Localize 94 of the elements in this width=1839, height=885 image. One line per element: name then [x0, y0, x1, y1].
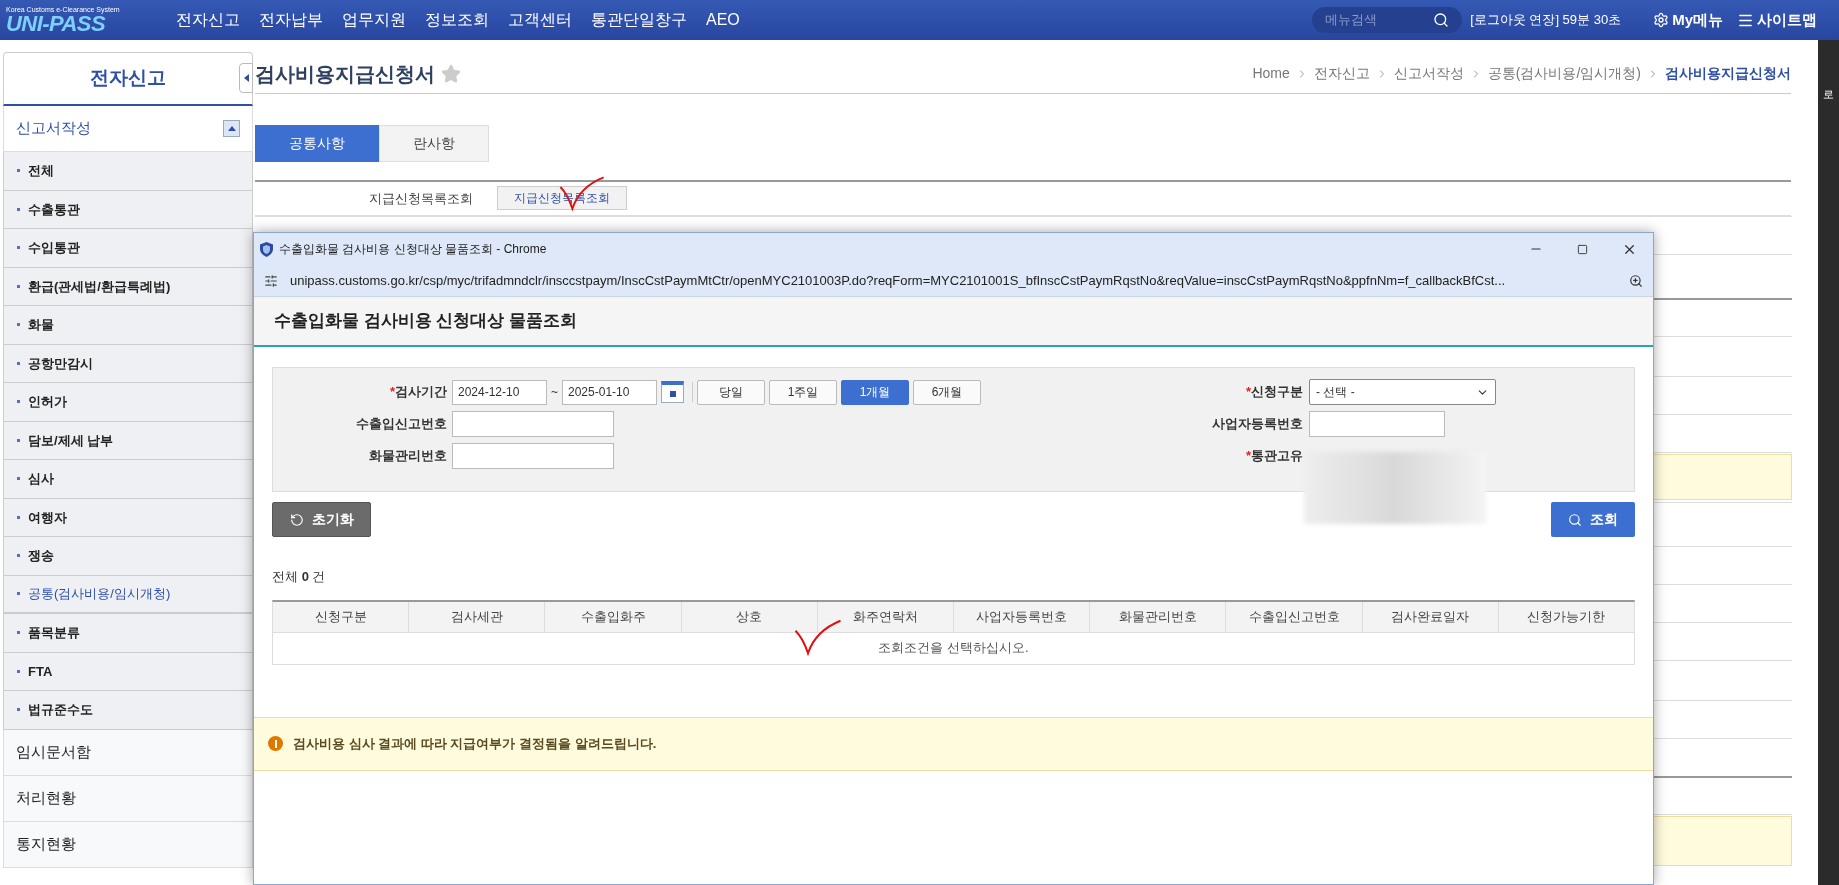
sidebar-item[interactable]: 법규준수도	[3, 691, 253, 730]
column-header: 상호	[680, 601, 817, 632]
column-header: 화물관리번호	[1089, 601, 1226, 632]
select-field[interactable]: - 선택 -	[1309, 379, 1496, 405]
text-field[interactable]	[452, 443, 614, 469]
column-header: 사업자등록번호	[953, 601, 1090, 632]
empty-message: 조회조건을 선택하십시오.	[878, 639, 1029, 658]
maximize-icon[interactable]	[1577, 243, 1588, 255]
tab[interactable]: 란사항	[379, 125, 489, 163]
sidebar-link[interactable]: 임시문서함	[3, 729, 253, 776]
search-field[interactable]: 메뉴검색	[1312, 7, 1463, 33]
field-label: 사업자등록번호	[1212, 415, 1303, 434]
period-button[interactable]: 1개월	[841, 379, 909, 405]
page-title: 검사비용지급신청서	[255, 61, 435, 87]
field-label: 신청구분	[1251, 383, 1303, 402]
sidebar-item[interactable]: 환급(관세법/환급특례법)	[3, 267, 253, 306]
required-mark: *	[389, 383, 395, 402]
range-separator: ~	[551, 384, 558, 401]
tab[interactable]: 공통사항	[255, 125, 379, 163]
date-field[interactable]: 2024-12-10	[452, 379, 547, 405]
zoom-icon[interactable]	[1629, 273, 1643, 288]
window-text: 로	[1823, 87, 1834, 102]
field-label: 통관고유	[1251, 447, 1303, 466]
breadcrumb-link[interactable]: Home	[1252, 63, 1290, 85]
session-timer[interactable]: [로그아웃 연장] 59분 30초	[1470, 10, 1622, 30]
nav-link[interactable]: 정보조회	[425, 8, 489, 32]
period-button[interactable]: 1주일	[769, 379, 837, 405]
sitemap-link[interactable]: 사이트맵	[1737, 8, 1817, 32]
sidebar-item[interactable]: 수출통관	[3, 190, 253, 229]
star-icon[interactable]	[441, 63, 461, 84]
reset-button[interactable]: 초기화	[272, 502, 371, 537]
required-mark: *	[1245, 383, 1251, 402]
breadcrumb-link[interactable]: 검사비용지급신청서	[1665, 63, 1791, 85]
sidebar-header: 전자신고	[3, 52, 253, 106]
address-bar[interactable]: unipass.customs.go.kr/csp/myc/trifadmndclr/insccstpaym/InscCstPaymMtCtr/openMYC2101003P.do?reqForm=MYC2101001S_bfInscCstPaymRqstNo&reqValue=inscCstPaymRqstNo&ppfnNm=f_callbackBfCst...	[254, 265, 1653, 297]
sidebar-link[interactable]: 처리현황	[3, 775, 253, 822]
nav-link[interactable]: 고객센터	[508, 8, 572, 32]
date-field[interactable]: 2025-01-10	[562, 379, 657, 405]
notice-text: 검사비용 심사 결과에 따라 지급여부가 결정됨을 알려드립니다.	[293, 734, 657, 753]
nav-link[interactable]: 전자납부	[259, 8, 323, 32]
sidebar-item[interactable]: 담보/제세 납부	[3, 421, 253, 460]
nav-link[interactable]: 업무지원	[342, 8, 406, 32]
my-menu-link[interactable]: My메뉴	[1653, 8, 1723, 32]
gear-icon	[1653, 12, 1670, 28]
text-field[interactable]	[452, 411, 614, 437]
column-header: 검사세관	[408, 601, 545, 632]
column-header: 수출입신고번호	[1225, 601, 1362, 632]
sidebar-item[interactable]: 여행자	[3, 498, 253, 537]
sidebar-item[interactable]: 심사	[3, 460, 253, 499]
sidebar-item[interactable]: 쟁송	[3, 537, 253, 576]
search-icon[interactable]	[1433, 12, 1450, 28]
sidebar-item[interactable]: 전체	[3, 152, 253, 191]
alert-icon	[268, 736, 283, 751]
field-label: 화물관리번호	[369, 447, 447, 466]
column-header: 화주연락처	[816, 601, 953, 632]
text-field[interactable]	[1309, 411, 1445, 437]
nav-link[interactable]: AEO	[706, 8, 740, 32]
period-button[interactable]: 당일	[697, 379, 765, 405]
column-header: 수출입화주	[544, 601, 681, 632]
field-label: 수출입신고번호	[356, 415, 447, 434]
required-mark: *	[1245, 447, 1251, 466]
sidebar-link[interactable]: 통지현황	[3, 821, 253, 868]
collapse-toggle[interactable]	[223, 120, 240, 137]
shield-icon	[260, 241, 273, 257]
sidebar-item[interactable]: 수입통관	[3, 229, 253, 268]
breadcrumb-link[interactable]: 신고서작성	[1393, 63, 1464, 85]
column-header: 검사완료일자	[1361, 601, 1498, 632]
breadcrumb-link[interactable]: 전자신고	[1313, 63, 1370, 85]
search-button[interactable]: 조회	[1551, 502, 1635, 537]
row-label: 지급신청목록조회	[368, 189, 473, 208]
period-button[interactable]: 6개월	[913, 379, 981, 405]
column-header: 신청구분	[313, 607, 368, 626]
column-header: 신청가능기한	[1497, 601, 1635, 632]
popup-header: 수출입화물 검사비용 신청대상 물품조회	[254, 297, 1653, 347]
triangle-icon	[243, 74, 249, 82]
breadcrumb-link[interactable]: 공통(검사비용/임시개청)	[1487, 63, 1641, 85]
site-settings-icon[interactable]	[264, 273, 278, 288]
calendar-icon[interactable]	[661, 381, 684, 403]
result-count: 전체 0 건	[272, 568, 327, 586]
window-title: 수출입화물 검사비용 신청대상 물품조회 - Chrome	[279, 241, 547, 258]
collapse-button[interactable]	[239, 63, 253, 93]
sidebar-item[interactable]: 공항만감시	[3, 344, 253, 383]
field-label: 검사기간	[395, 383, 447, 402]
search-icon	[1568, 512, 1582, 527]
sidebar-item[interactable]: 인허가	[3, 383, 253, 422]
sidebar-item[interactable]: 공통(검사비용/임시개청)	[3, 575, 253, 614]
url-text: unipass.customs.go.kr/csp/myc/trifadmndclr/insccstpaym/InscCstPaymMtCtr/openMYC2101003P.do?reqForm=MYC2101001S_bfInscCstPaymRqstNo&reqValue=inscCstPaymRqstNo&ppfnNm=f_callbackBfCst...	[290, 271, 1506, 290]
nav-link[interactable]: 전자신고	[176, 8, 240, 32]
sidebar-item[interactable]: 품목분류	[3, 614, 253, 653]
reset-icon	[289, 512, 304, 527]
sidebar-item[interactable]: FTA	[3, 652, 253, 691]
sidebar-item[interactable]: 화물	[3, 306, 253, 345]
nav-link[interactable]: 통관단일창구	[591, 8, 687, 32]
search-input[interactable]: 메뉴검색	[1325, 10, 1434, 30]
